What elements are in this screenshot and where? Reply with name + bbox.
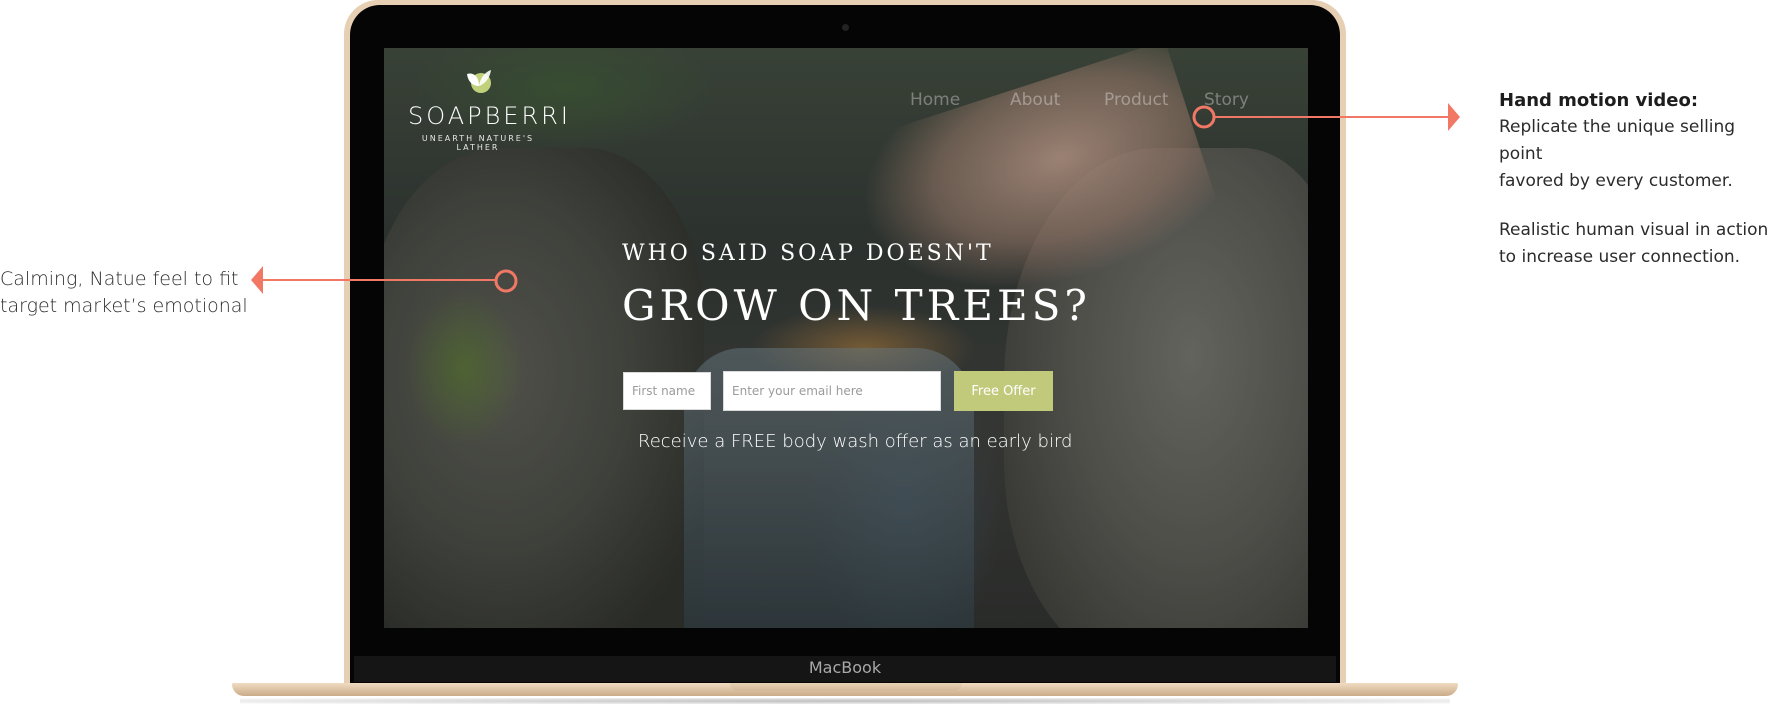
annotation-left-line1: Calming, Natue feel to fit <box>0 268 239 290</box>
logo-wordmark: SOAPBERRI <box>408 102 571 130</box>
laptop-brand: MacBook <box>808 658 882 677</box>
first-name-input[interactable] <box>623 372 711 410</box>
site-logo[interactable]: SOAPBERRI UNEARTH NATURE'S LATHER <box>408 68 571 152</box>
laptop-shadow <box>240 698 1450 704</box>
nav-about[interactable]: About <box>1010 90 1060 110</box>
annotation-right-line1: Replicate the unique selling point <box>1499 117 1736 164</box>
annotation-right-line2: favored by every customer. <box>1499 171 1733 191</box>
hero-eyebrow: WHO SAID SOAP DOESN'T <box>622 241 994 266</box>
arrow-left-icon <box>251 266 263 294</box>
annotation-right-line3: Realistic human visual in action <box>1499 220 1769 240</box>
leaf-logo-icon <box>467 70 491 93</box>
annotation-right-line4: to increase user connection. <box>1499 247 1741 267</box>
annotation-right-title: Hand motion video: <box>1499 90 1699 111</box>
annotation-left-line2: target market’s emotional <box>0 295 248 317</box>
nav-product[interactable]: Product <box>1104 90 1169 110</box>
offer-subtext: Receive a FREE body wash offer as an ear… <box>638 431 1073 452</box>
email-input[interactable] <box>723 371 941 411</box>
logo-tagline: UNEARTH NATURE'S LATHER <box>421 134 535 152</box>
annotation-right: Hand motion video: Replicate the unique … <box>1499 87 1778 271</box>
camera-icon <box>842 24 849 31</box>
nav-story[interactable]: Story <box>1204 90 1249 110</box>
website-screen: SOAPBERRI UNEARTH NATURE'S LATHER Home A… <box>384 48 1308 628</box>
hero-headline: GROW ON TREES? <box>622 281 1091 330</box>
arrow-right-icon <box>1448 103 1460 131</box>
annotation-left: Calming, Natue feel to fit target market… <box>0 266 250 320</box>
free-offer-button[interactable]: Free Offer <box>954 371 1053 411</box>
laptop-base-notch <box>730 683 962 691</box>
nav-home[interactable]: Home <box>910 90 960 110</box>
